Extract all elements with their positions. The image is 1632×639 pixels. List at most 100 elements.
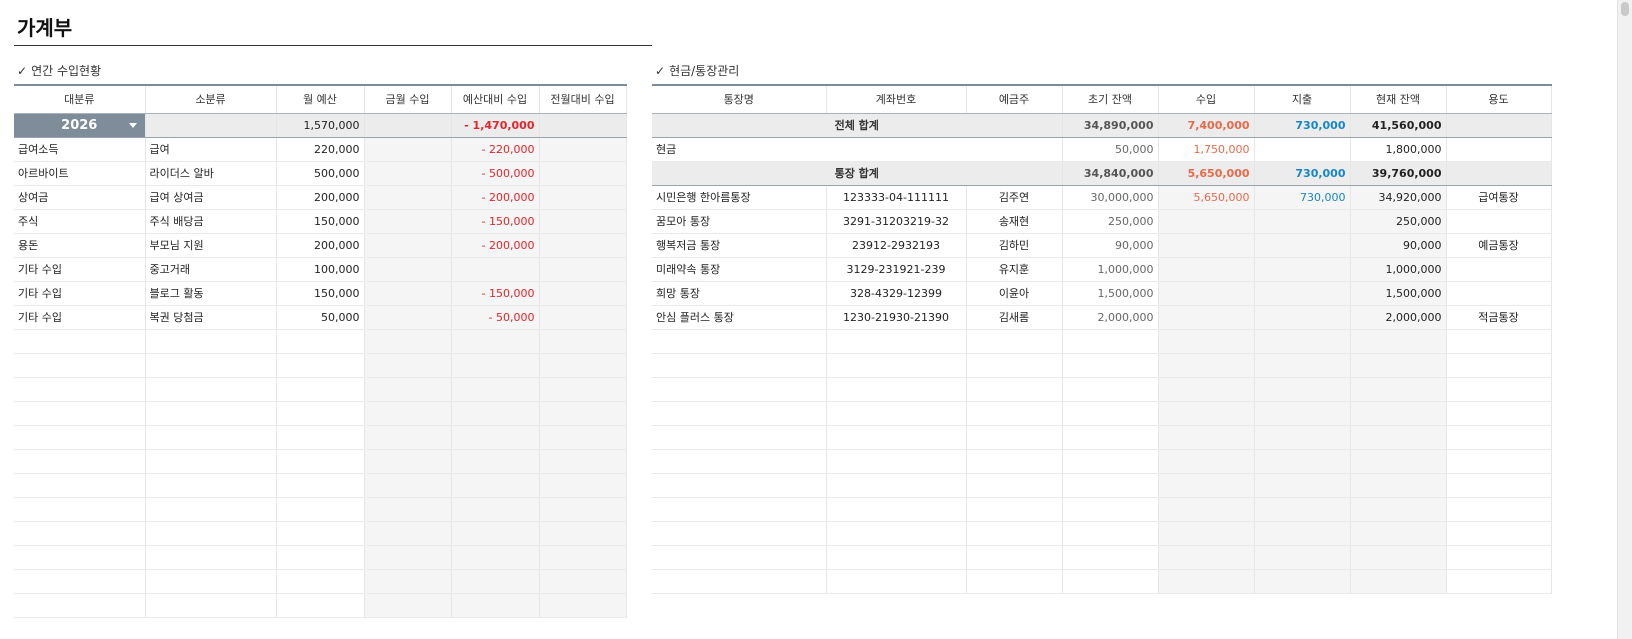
cell-month-income[interactable] xyxy=(364,185,452,210)
cell-income[interactable] xyxy=(1158,569,1255,594)
cell-account-number[interactable] xyxy=(826,425,967,450)
cell-current[interactable] xyxy=(1350,353,1447,378)
year-select[interactable]: 2026 xyxy=(14,113,146,138)
cell-expense[interactable]: 730,000 xyxy=(1254,185,1351,210)
cell-initial[interactable]: 250,000 xyxy=(1062,209,1159,234)
cell-owner[interactable] xyxy=(966,569,1063,594)
cell-account-number[interactable]: 1230-21930-21390 xyxy=(826,305,967,330)
cell-income[interactable] xyxy=(1158,401,1255,426)
cell-income[interactable] xyxy=(1158,233,1255,258)
cell-major[interactable] xyxy=(14,545,146,570)
cell-income[interactable]: 5,650,000 xyxy=(1158,185,1255,210)
cell-initial[interactable] xyxy=(1062,401,1159,426)
cell-prev-diff[interactable] xyxy=(539,353,627,378)
cell-account-number[interactable] xyxy=(826,545,967,570)
cell-budget-diff[interactable]: - 200,000 xyxy=(451,233,540,258)
cell-owner[interactable]: 김새롬 xyxy=(966,305,1063,330)
cell-initial[interactable] xyxy=(1062,377,1159,402)
cell-current[interactable]: 1,500,000 xyxy=(1350,281,1447,306)
cell-budget[interactable] xyxy=(276,449,365,474)
cell-owner[interactable]: 송재현 xyxy=(966,209,1063,234)
cell-income[interactable] xyxy=(1158,497,1255,522)
bank-total-income[interactable]: 5,650,000 xyxy=(1158,160,1255,186)
cell-initial[interactable] xyxy=(1062,329,1159,354)
cell-budget-diff[interactable] xyxy=(451,521,540,546)
cell-current[interactable] xyxy=(1350,401,1447,426)
cell-major[interactable] xyxy=(14,593,146,618)
cell-income[interactable] xyxy=(1158,329,1255,354)
cell-expense[interactable] xyxy=(1254,497,1351,522)
cell-initial[interactable]: 2,000,000 xyxy=(1062,305,1159,330)
total-current[interactable]: 41,560,000 xyxy=(1350,113,1447,138)
cell-owner[interactable] xyxy=(966,377,1063,402)
cell-current[interactable]: 34,920,000 xyxy=(1350,185,1447,210)
cell-owner[interactable] xyxy=(966,497,1063,522)
cell-use[interactable] xyxy=(1446,353,1552,378)
cell-major[interactable] xyxy=(14,473,146,498)
cell-prev-diff[interactable] xyxy=(539,593,627,618)
cell-major[interactable] xyxy=(14,521,146,546)
cell-major[interactable]: 기타 수입 xyxy=(14,281,146,306)
cell-income[interactable] xyxy=(1158,281,1255,306)
cell-month-income[interactable] xyxy=(364,497,452,522)
cell-budget-diff[interactable]: - 150,000 xyxy=(451,281,540,306)
cell-prev-diff[interactable] xyxy=(539,137,627,162)
cell-prev-diff[interactable] xyxy=(539,329,627,354)
cell-account-name[interactable] xyxy=(652,329,827,354)
cell-account-name[interactable] xyxy=(652,497,827,522)
cell-initial[interactable] xyxy=(1062,545,1159,570)
cell-budget[interactable] xyxy=(276,329,365,354)
cell-major[interactable] xyxy=(14,329,146,354)
summary-cell[interactable] xyxy=(145,113,277,138)
cell-budget[interactable]: 220,000 xyxy=(276,137,365,162)
cell-budget-diff[interactable]: - 150,000 xyxy=(451,209,540,234)
cell-current[interactable] xyxy=(1350,449,1447,474)
cell-minor[interactable] xyxy=(145,593,277,618)
cell-budget[interactable] xyxy=(276,593,365,618)
cell-prev-diff[interactable] xyxy=(539,209,627,234)
cell-expense[interactable] xyxy=(1254,209,1351,234)
summary-prev-diff[interactable] xyxy=(539,113,627,138)
cell-prev-diff[interactable] xyxy=(539,185,627,210)
cell-major[interactable]: 상여금 xyxy=(14,185,146,210)
cell-major[interactable]: 급여소득 xyxy=(14,137,146,162)
cell-owner[interactable] xyxy=(966,473,1063,498)
cell-minor[interactable]: 라이더스 알바 xyxy=(145,161,277,186)
cell-account-name[interactable]: 안심 플러스 통장 xyxy=(652,305,827,330)
cell-minor[interactable] xyxy=(145,353,277,378)
cell-account-name[interactable] xyxy=(652,521,827,546)
bank-total-current[interactable]: 39,760,000 xyxy=(1350,160,1447,186)
cell-initial[interactable] xyxy=(1062,449,1159,474)
cell-budget[interactable] xyxy=(276,545,365,570)
cell-month-income[interactable] xyxy=(364,329,452,354)
cell-account-name[interactable] xyxy=(652,377,827,402)
cell-minor[interactable] xyxy=(145,425,277,450)
bank-total-use[interactable] xyxy=(1446,160,1552,186)
cell-expense[interactable] xyxy=(1254,569,1351,594)
cell-prev-diff[interactable] xyxy=(539,497,627,522)
summary-budget[interactable]: 1,570,000 xyxy=(276,113,365,138)
col-header-use[interactable]: 용도 xyxy=(1446,84,1552,114)
cell-account-name[interactable] xyxy=(652,425,827,450)
col-header-account-name[interactable]: 통장명 xyxy=(652,84,827,114)
cell-budget[interactable]: 500,000 xyxy=(276,161,365,186)
cell-current[interactable] xyxy=(1350,497,1447,522)
col-header-budget[interactable]: 월 예산 xyxy=(276,84,365,114)
total-initial[interactable]: 34,890,000 xyxy=(1062,113,1159,138)
cell-major[interactable] xyxy=(14,377,146,402)
cash-use[interactable] xyxy=(1446,137,1552,162)
col-header-major[interactable]: 대분류 xyxy=(14,84,146,114)
cell-budget[interactable] xyxy=(276,497,365,522)
summary-month-income[interactable] xyxy=(364,113,452,138)
cell-month-income[interactable] xyxy=(364,377,452,402)
total-use[interactable] xyxy=(1446,113,1552,138)
cell-minor[interactable]: 블로그 활동 xyxy=(145,281,277,306)
cell-use[interactable] xyxy=(1446,329,1552,354)
cell-income[interactable] xyxy=(1158,425,1255,450)
cell-income[interactable] xyxy=(1158,377,1255,402)
cell-major[interactable] xyxy=(14,449,146,474)
cell-minor[interactable] xyxy=(145,545,277,570)
cell-use[interactable] xyxy=(1446,521,1552,546)
cell-major[interactable]: 용돈 xyxy=(14,233,146,258)
cell-owner[interactable]: 이윤아 xyxy=(966,281,1063,306)
